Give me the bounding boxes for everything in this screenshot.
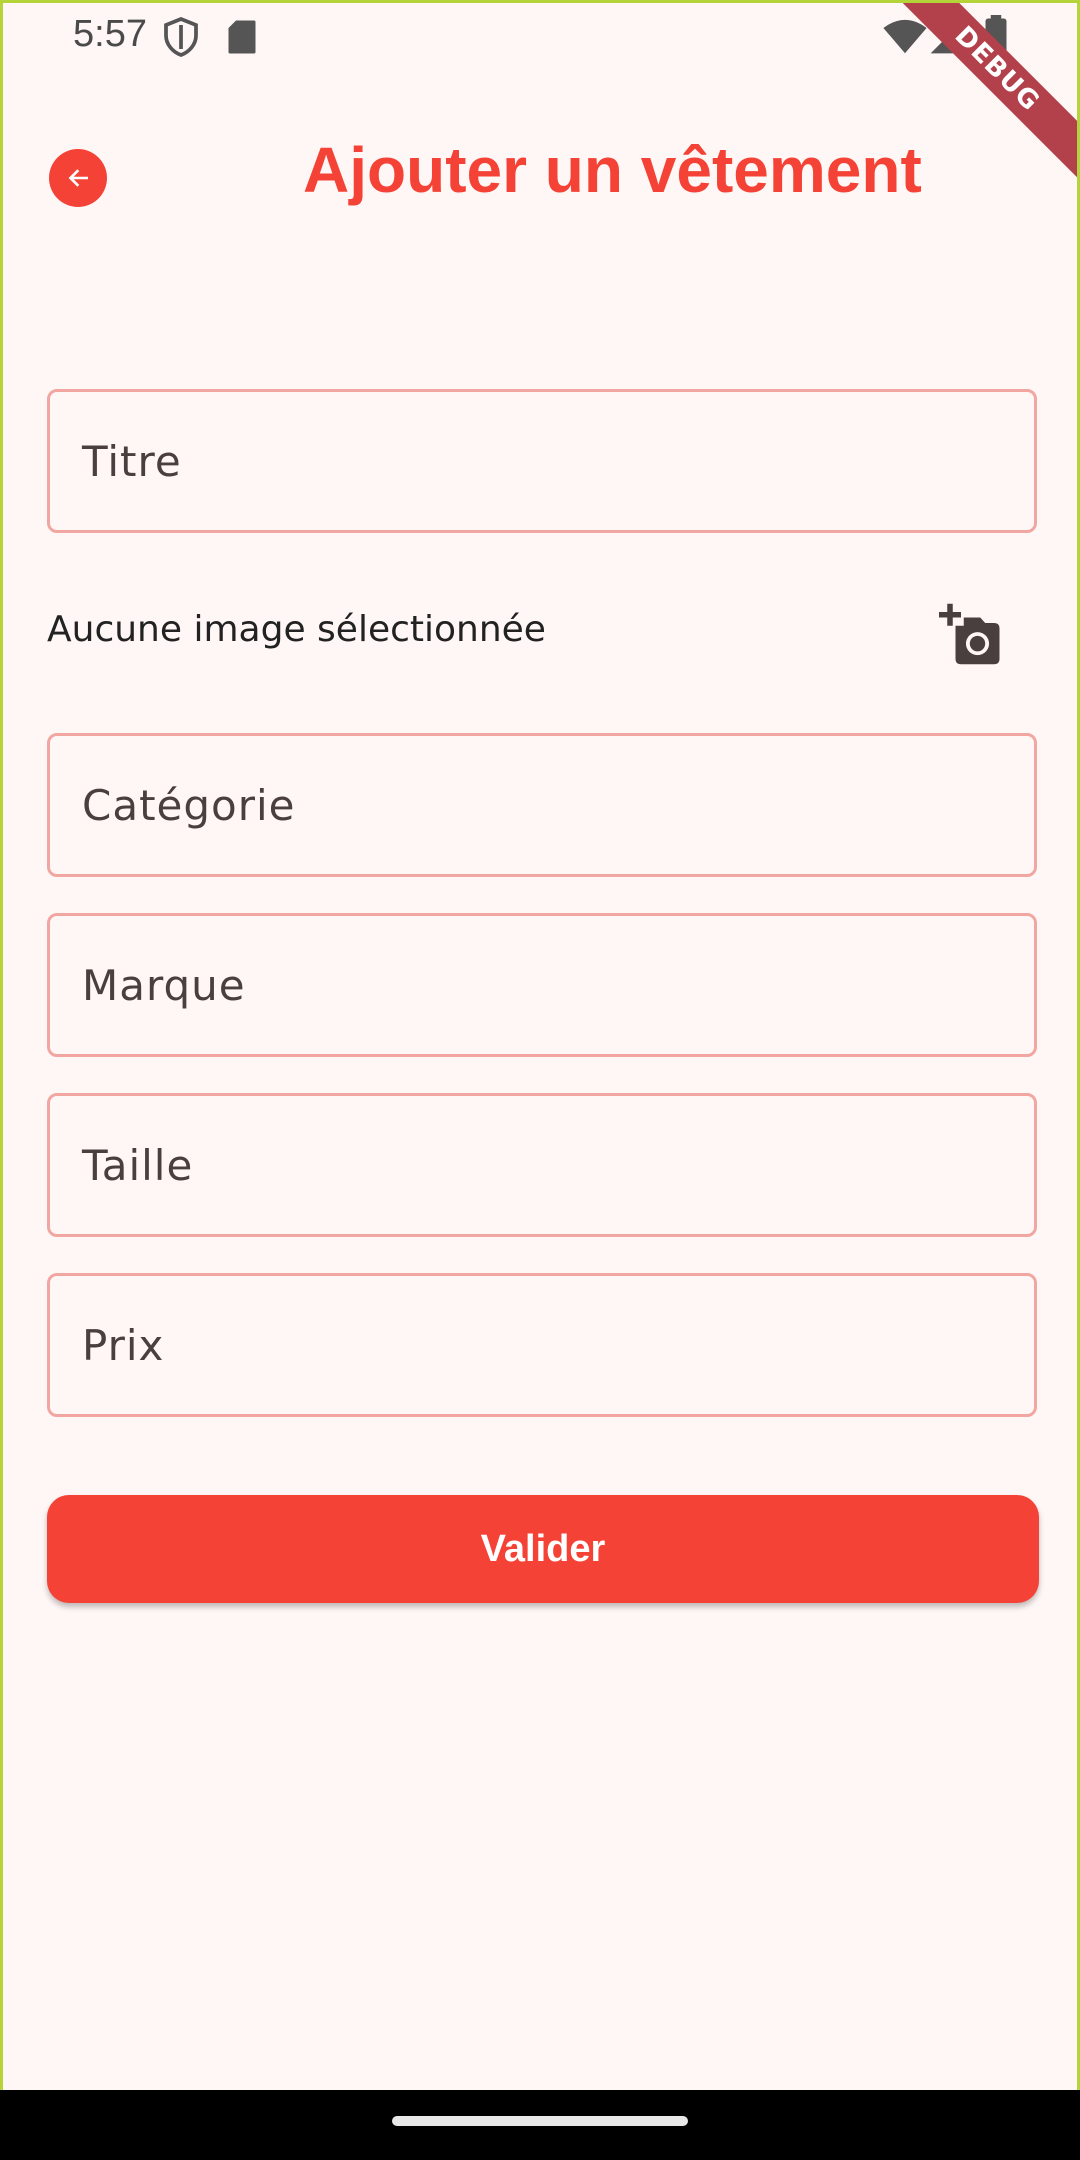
category-input[interactable]: Catégorie (47, 733, 1037, 877)
price-input-label: Prix (82, 1320, 165, 1370)
sd-card-icon (228, 20, 256, 54)
brand-input[interactable]: Marque (47, 913, 1037, 1057)
size-input-label: Taille (82, 1140, 194, 1190)
submit-button[interactable]: Valider (47, 1495, 1039, 1603)
add-a-photo-icon[interactable] (939, 601, 1005, 667)
back-button[interactable] (49, 149, 107, 207)
brand-input-label: Marque (82, 960, 246, 1010)
home-indicator[interactable] (392, 2116, 688, 2126)
price-input[interactable]: Prix (47, 1273, 1037, 1417)
page-title: Ajouter un vêtement (303, 134, 922, 206)
wifi-icon (883, 19, 927, 54)
category-input-label: Catégorie (82, 780, 296, 830)
shield-icon (164, 17, 198, 57)
size-input[interactable]: Taille (47, 1093, 1037, 1237)
title-input-label: Titre (82, 436, 182, 486)
status-time: 5:57 (73, 13, 147, 55)
arrow-left-icon (68, 169, 88, 187)
title-input[interactable]: Titre (47, 389, 1037, 533)
screen: 5:57 DEBUG Ajouter un vêtement Titre Auc… (0, 0, 1080, 2160)
image-status-text: Aucune image sélectionnée (47, 609, 546, 650)
